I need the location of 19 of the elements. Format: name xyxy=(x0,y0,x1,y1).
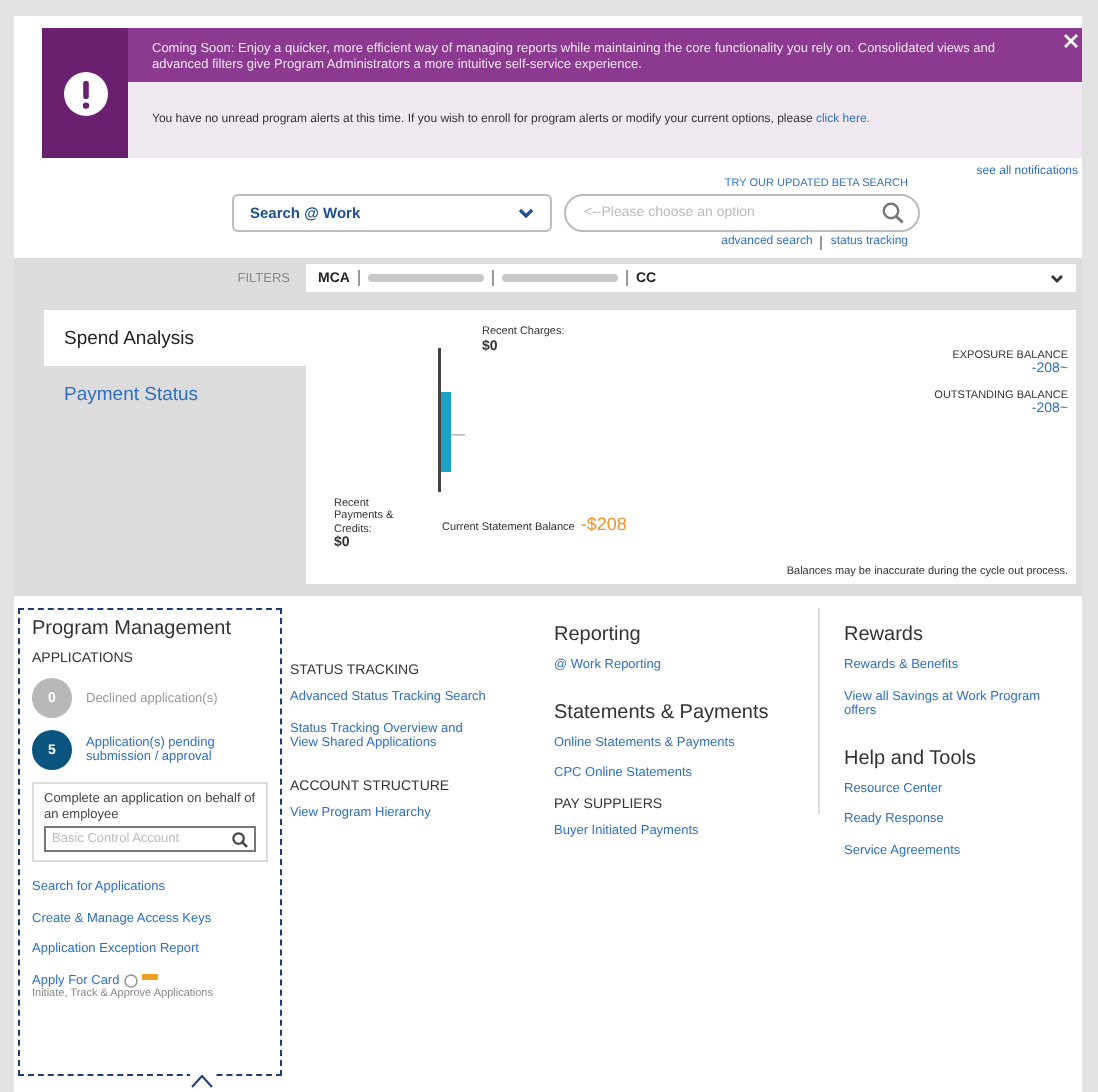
search-icon xyxy=(232,832,248,848)
redacted-value xyxy=(367,274,484,282)
statement-balance-amount: -$208 xyxy=(580,513,627,533)
section-title: Program Management xyxy=(32,618,233,640)
chevron-down-icon xyxy=(518,208,534,218)
new-badge-icon xyxy=(141,973,158,979)
section-title: Help and Tools xyxy=(844,747,976,769)
search-icon xyxy=(882,202,904,224)
section-title: Statements & Payments xyxy=(554,701,769,723)
alert-icon xyxy=(63,71,107,115)
tab[interactable]: Payment Status xyxy=(44,366,306,422)
chevron-down-icon xyxy=(1050,273,1064,283)
balance-chart-drawing xyxy=(438,348,466,492)
close-icon[interactable] xyxy=(1064,34,1078,48)
section-title: Reporting xyxy=(554,624,641,646)
redacted-value xyxy=(501,274,618,282)
info-icon xyxy=(123,973,138,987)
section-title: Rewards xyxy=(844,624,923,646)
tab[interactable]: Spend Analysis xyxy=(44,310,306,366)
